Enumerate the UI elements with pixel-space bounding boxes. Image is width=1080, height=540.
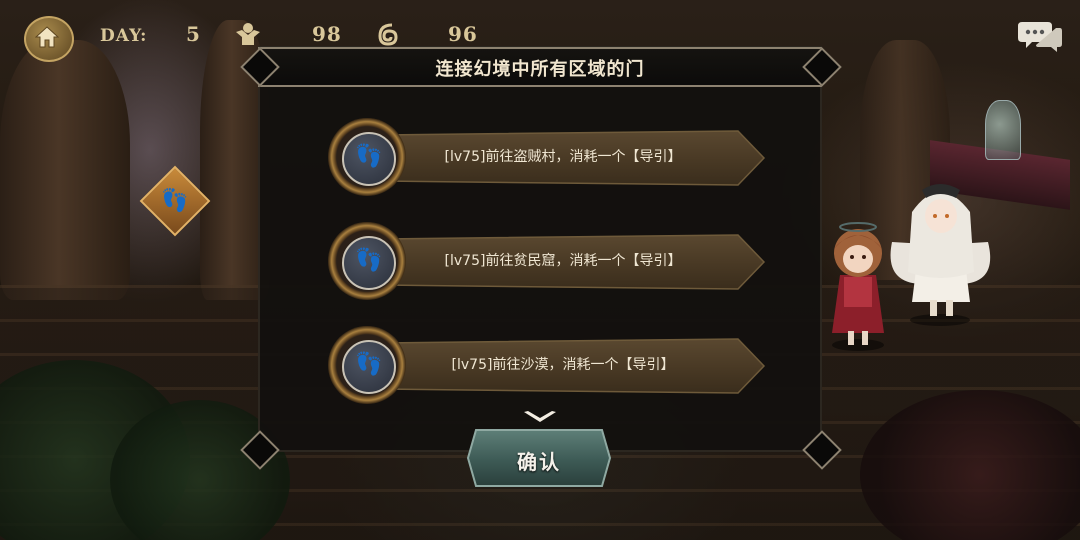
dialog-title-bar: 连接幻境中所有区域的门 [258,47,822,87]
home-icon [35,26,59,48]
option-label: [lv75]前往贫民窟，消耗一个【导引】 [444,253,682,269]
chat-button[interactable] [1018,18,1062,54]
destination-option-thief-village[interactable]: [lv75]前往盗贼村，消耗一个【导引】 👣 [328,118,768,196]
tree-trunk-left [0,40,130,300]
stat1-value: 98 [312,22,342,46]
home-button[interactable] [24,16,74,62]
scroll-down-chevron-icon[interactable] [522,409,558,425]
character-white-angel[interactable] [890,172,1000,332]
stat2-value: 96 [448,22,478,46]
chat-icon [1018,22,1062,52]
footprints-icon: 👣 [355,352,383,377]
destination-option-desert[interactable]: [lv75]前往沙漠，消耗一个【导引】 👣 [328,326,768,404]
dialog-title: 连接幻境中所有区域的门 [435,59,645,80]
day-value: 5 [186,22,201,46]
destination-option-slums[interactable]: [lv75]前往贫民窟，消耗一个【导引】 👣 [328,222,768,300]
confirm-button-label: 确认 [517,450,561,474]
character-red-girl[interactable] [818,205,898,355]
option-medal: 👣 [328,118,406,196]
option-label: [lv75]前往盗贼村，消耗一个【导引】 [444,149,682,165]
glass-jar [985,100,1021,160]
footprints-icon: 👣 [355,144,383,169]
footprints-icon: 👣 [355,248,383,273]
option-label: [lv75]前往沙漠，消耗一个【导引】 [451,357,675,373]
option-medal: 👣 [328,326,406,404]
footprints-icon: 👣 [161,188,189,214]
confirm-button[interactable]: 确认 [466,428,612,488]
option-medal: 👣 [328,222,406,300]
day-label: DAY: [100,26,148,46]
